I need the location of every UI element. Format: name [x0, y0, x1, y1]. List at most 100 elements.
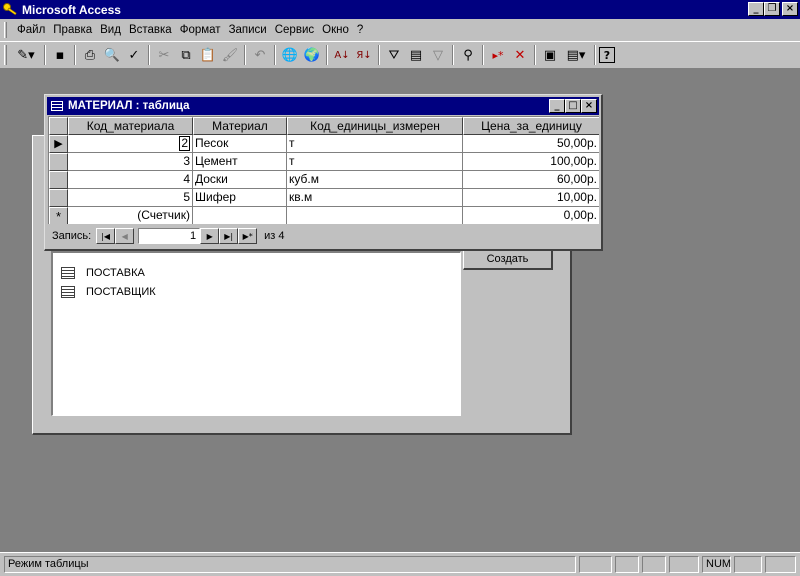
- cell-material[interactable]: Шифер: [193, 189, 287, 207]
- record-selector[interactable]: [49, 189, 68, 207]
- sort-descending-icon[interactable]: Я↓: [353, 44, 375, 66]
- menu-tools[interactable]: Сервис: [271, 24, 318, 36]
- menubar-grip[interactable]: [4, 22, 7, 38]
- record-selector[interactable]: [49, 153, 68, 171]
- record-selector[interactable]: ▶: [49, 135, 68, 153]
- cell-id[interactable]: 3: [68, 153, 193, 171]
- status-bar: Режим таблицы NUM: [0, 552, 800, 576]
- find-icon[interactable]: ⚲: [457, 44, 479, 66]
- cell-price[interactable]: 100,00р.: [463, 153, 599, 171]
- status-text: Режим таблицы: [4, 556, 576, 573]
- cell-unit[interactable]: кв.м: [287, 189, 463, 207]
- cell-price[interactable]: 60,00р.: [463, 171, 599, 189]
- table-row[interactable]: 5 Шифер кв.м 10,00р.: [49, 189, 599, 207]
- menu-insert[interactable]: Вставка: [125, 24, 176, 36]
- list-item[interactable]: ПОСТАВКА: [61, 265, 145, 281]
- db-item-label: ПОСТАВЩИК: [86, 286, 156, 298]
- help-icon[interactable]: ?: [599, 47, 615, 63]
- last-record-button[interactable]: ▶|: [219, 228, 239, 244]
- apply-filter-icon[interactable]: ▽: [427, 44, 449, 66]
- filter-by-selection-icon[interactable]: ⛛: [383, 44, 405, 66]
- status-panel: [642, 556, 666, 573]
- menu-window[interactable]: Окно: [318, 24, 353, 36]
- column-header[interactable]: Код_единицы_измерен: [287, 117, 463, 135]
- record-count: из 4: [264, 230, 285, 242]
- menu-help[interactable]: ?: [353, 24, 367, 36]
- status-panel: [734, 556, 762, 573]
- close-button[interactable]: ×: [782, 2, 798, 16]
- db-item-label: ПОСТАВКА: [86, 267, 145, 279]
- table-row[interactable]: ▶ 2 Песок т 50,00р.: [49, 135, 599, 153]
- status-panel: [579, 556, 612, 573]
- maximize-button[interactable]: □: [565, 99, 581, 113]
- list-item[interactable]: ПОСТАВЩИК: [61, 284, 156, 300]
- menu-edit[interactable]: Правка: [49, 24, 96, 36]
- cell-id[interactable]: 4: [68, 171, 193, 189]
- delete-record-icon[interactable]: ✕: [509, 44, 531, 66]
- current-cell-value[interactable]: 2: [179, 136, 190, 151]
- sort-ascending-icon[interactable]: A↓: [331, 44, 353, 66]
- table-row[interactable]: 4 Доски куб.м 60,00р.: [49, 171, 599, 189]
- create-button[interactable]: Создать: [463, 248, 553, 270]
- select-all-corner[interactable]: [49, 117, 68, 135]
- menu-records[interactable]: Записи: [225, 24, 271, 36]
- close-button[interactable]: ×: [581, 99, 597, 113]
- column-header[interactable]: Материал: [193, 117, 287, 135]
- restore-button[interactable]: ❐: [764, 2, 780, 16]
- table-icon: [61, 286, 75, 298]
- filter-by-form-icon[interactable]: ▤: [405, 44, 427, 66]
- cell-price[interactable]: 50,00р.: [463, 135, 599, 153]
- first-record-button[interactable]: |◀: [96, 228, 116, 244]
- record-label: Запись:: [52, 230, 92, 242]
- minimize-button[interactable]: _: [748, 2, 764, 16]
- cell-unit[interactable]: куб.м: [287, 171, 463, 189]
- new-record-row[interactable]: * (Счетчик) 0,00р.: [49, 207, 599, 224]
- cell-id[interactable]: 2: [68, 135, 193, 153]
- toolbar-separator: [326, 45, 328, 65]
- cell-price[interactable]: 10,00р.: [463, 189, 599, 207]
- view-design-icon[interactable]: ✎▾: [11, 44, 41, 66]
- previous-record-button[interactable]: ◀: [115, 228, 135, 244]
- column-header[interactable]: Код_материала: [68, 117, 193, 135]
- cell-material[interactable]: Доски: [193, 171, 287, 189]
- new-record-icon[interactable]: ▸*: [487, 44, 509, 66]
- cell-material[interactable]: Песок: [193, 135, 287, 153]
- menu-file[interactable]: Файл: [13, 24, 49, 36]
- cell-unit[interactable]: т: [287, 135, 463, 153]
- record-selector[interactable]: [49, 171, 68, 189]
- undo-icon[interactable]: ↶: [249, 44, 271, 66]
- new-record-nav-button[interactable]: ▶*: [238, 228, 258, 244]
- toolbar-separator: [452, 45, 454, 65]
- paste-icon[interactable]: 📋: [197, 44, 219, 66]
- minimize-button[interactable]: _: [549, 99, 565, 113]
- save-icon[interactable]: ▪: [49, 44, 71, 66]
- next-record-button[interactable]: ▶: [200, 228, 220, 244]
- table-icon: [51, 101, 63, 111]
- web-toolbar-icon[interactable]: 🌍: [301, 44, 323, 66]
- cell-material[interactable]: Цемент: [193, 153, 287, 171]
- cell-unit[interactable]: [287, 207, 463, 224]
- table-row[interactable]: 3 Цемент т 100,00р.: [49, 153, 599, 171]
- format-painter-icon[interactable]: 🖌: [219, 44, 241, 66]
- print-preview-icon[interactable]: 🔍: [101, 44, 123, 66]
- insert-hyperlink-icon[interactable]: 🌐: [279, 44, 301, 66]
- menu-format[interactable]: Формат: [176, 24, 225, 36]
- column-header[interactable]: Цена_за_единицу: [463, 117, 599, 135]
- cell-unit[interactable]: т: [287, 153, 463, 171]
- cut-icon[interactable]: ✂: [153, 44, 175, 66]
- new-record-selector[interactable]: *: [49, 207, 68, 224]
- cell-material[interactable]: [193, 207, 287, 224]
- new-object-icon[interactable]: ▤▾: [561, 44, 591, 66]
- toolbar-grip[interactable]: [4, 45, 7, 65]
- cell-id[interactable]: 5: [68, 189, 193, 207]
- cell-price[interactable]: 0,00р.: [463, 207, 599, 224]
- menu-view[interactable]: Вид: [96, 24, 125, 36]
- app-title: Microsoft Access: [22, 2, 121, 17]
- database-window-icon[interactable]: ▣: [539, 44, 561, 66]
- cell-id[interactable]: (Счетчик): [68, 207, 193, 224]
- spelling-icon[interactable]: ✓: [123, 44, 145, 66]
- record-number-input[interactable]: 1: [138, 228, 201, 244]
- print-icon[interactable]: ⎙: [79, 44, 101, 66]
- toolbar-separator: [44, 45, 46, 65]
- copy-icon[interactable]: ⧉: [175, 44, 197, 66]
